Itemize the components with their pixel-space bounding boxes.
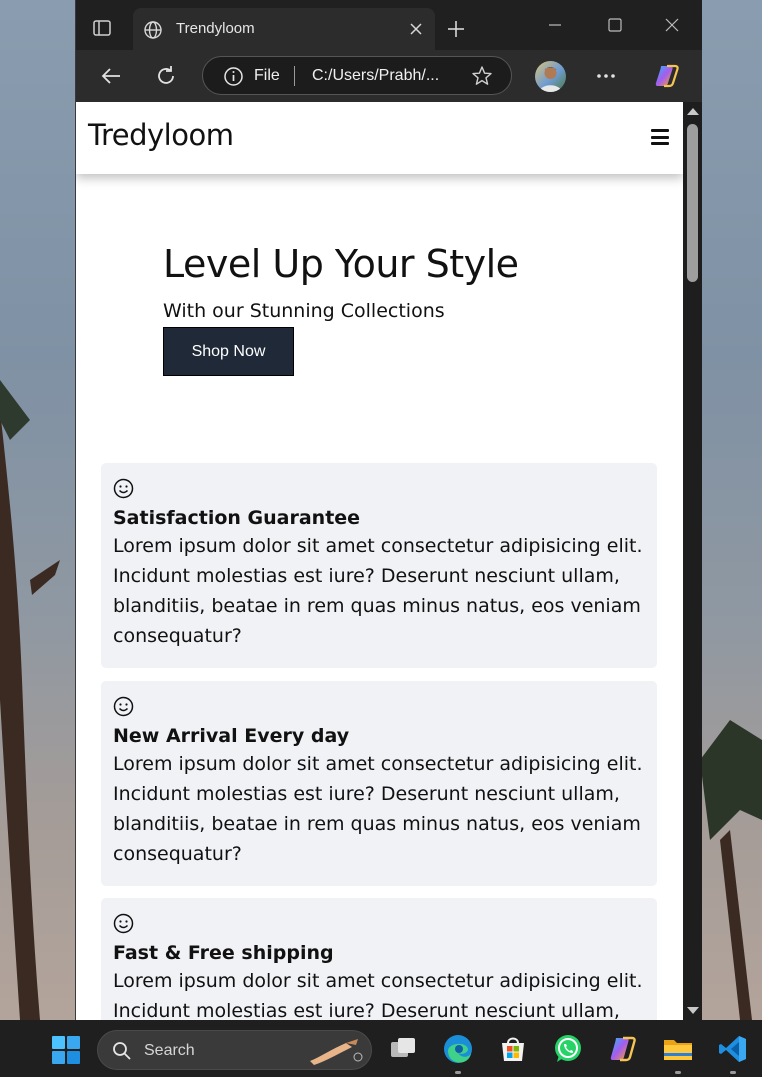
feature-description: Lorem ipsum dolor sit amet consectetur a…: [113, 535, 643, 647]
feature-title: Satisfaction Guarantee: [113, 507, 361, 529]
feature-card: Fast & Free shipping Lorem ipsum dolor s…: [101, 898, 657, 1020]
tree-right: [700, 720, 762, 1020]
tab-title: Trendyloom: [176, 20, 255, 37]
site-brand[interactable]: Tredyloom: [88, 118, 234, 152]
copilot-icon[interactable]: [653, 62, 681, 90]
hamburger-menu-icon[interactable]: [651, 129, 669, 145]
browser-toolbar: File C:/Users/Prabh/...: [76, 50, 702, 102]
page-viewport: Tredyloom Level Up Your Style With our S…: [76, 102, 683, 1020]
address-url[interactable]: C:/Users/Prabh/...: [312, 67, 439, 85]
hero-subtitle: With our Stunning Collections: [163, 300, 445, 322]
address-bar[interactable]: File C:/Users/Prabh/...: [202, 56, 512, 95]
browser-window: Trendyloom File C:/Users/Prabh/... Tredy…: [75, 0, 702, 1020]
feature-title: New Arrival Every day: [113, 725, 350, 747]
close-tab-icon[interactable]: [408, 21, 424, 37]
vs-code-icon[interactable]: [717, 1033, 749, 1065]
smiley-icon: [113, 478, 134, 499]
smiley-icon: [113, 913, 134, 934]
back-arrow-icon[interactable]: [99, 64, 123, 88]
taskbar-search[interactable]: Search: [97, 1030, 372, 1070]
address-separator: [294, 66, 295, 86]
search-placeholder: Search: [144, 1042, 195, 1059]
file-explorer-icon[interactable]: [662, 1033, 694, 1065]
tree-trunk-left: [0, 380, 60, 1020]
avatar-photo: [539, 67, 562, 92]
page-scrollbar[interactable]: [683, 102, 702, 1020]
feature-description: Lorem ipsum dolor sit amet consectetur a…: [113, 753, 643, 865]
feature-description: Lorem ipsum dolor sit amet consectetur a…: [113, 970, 643, 1020]
windows-start-icon[interactable]: [51, 1035, 81, 1065]
scroll-thumb[interactable]: [687, 124, 698, 282]
hero-title: Level Up Your Style: [163, 242, 519, 286]
window-close-icon[interactable]: [663, 16, 681, 34]
vscode-running-indicator: [730, 1071, 736, 1074]
edge-running-indicator: [455, 1071, 461, 1074]
windows-taskbar: Search: [0, 1020, 762, 1077]
task-view-icon[interactable]: [387, 1033, 419, 1065]
shop-now-button[interactable]: Shop Now: [163, 327, 294, 376]
profile-avatar[interactable]: [535, 61, 566, 92]
smiley-icon: [113, 696, 134, 717]
reload-icon[interactable]: [154, 64, 178, 88]
globe-icon: [144, 21, 162, 39]
title-bar: Trendyloom: [76, 0, 702, 50]
maximize-icon[interactable]: [606, 16, 624, 34]
feature-card: New Arrival Every day Lorem ipsum dolor …: [101, 681, 657, 886]
site-info-icon[interactable]: [223, 66, 244, 87]
more-options-icon[interactable]: [594, 64, 618, 88]
microsoft-store-icon[interactable]: [497, 1033, 529, 1065]
explorer-running-indicator: [675, 1071, 681, 1074]
tab-actions-icon[interactable]: [92, 18, 112, 38]
search-icon: [113, 1042, 131, 1060]
favorite-star-icon[interactable]: [471, 65, 493, 87]
copilot-app-icon[interactable]: [607, 1033, 639, 1065]
active-tab[interactable]: Trendyloom: [133, 8, 435, 50]
feature-card: Satisfaction Guarantee Lorem ipsum dolor…: [101, 463, 657, 668]
minimize-icon[interactable]: [546, 16, 564, 34]
scroll-down-arrow-icon[interactable]: [687, 1007, 699, 1014]
search-highlight-icon: [310, 1039, 363, 1065]
edge-browser-icon[interactable]: [442, 1033, 474, 1065]
site-navbar: Tredyloom: [76, 102, 683, 174]
feature-title: Fast & Free shipping: [113, 942, 334, 964]
new-tab-icon[interactable]: [446, 19, 466, 39]
whatsapp-icon[interactable]: [552, 1033, 584, 1065]
address-scheme-label: File: [254, 67, 280, 84]
scroll-up-arrow-icon[interactable]: [687, 108, 699, 115]
